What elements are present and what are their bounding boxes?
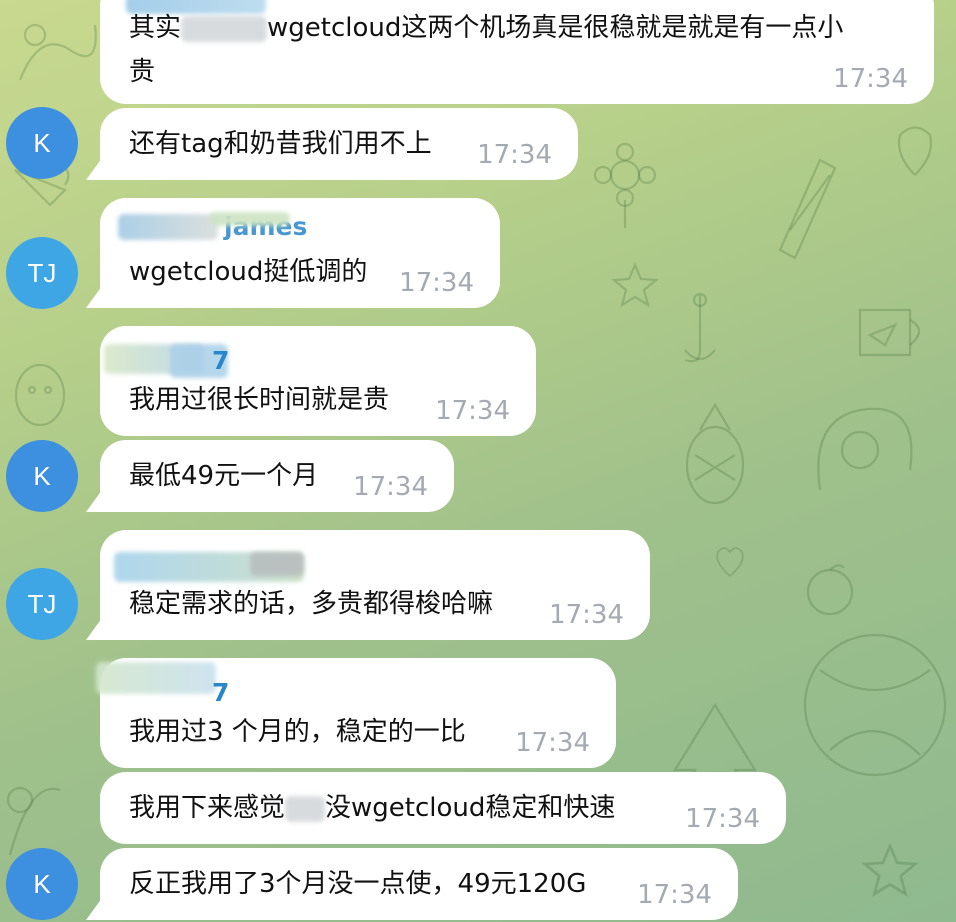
message-bubble[interactable]: 还有tag和奶昔我们用不上 17:34 bbox=[100, 108, 578, 180]
message-text: 反正我用了3个月没一点使，49元120G bbox=[129, 869, 587, 899]
message-bubble[interactable]: james wgetcloud挺低调的 17:34 bbox=[100, 198, 500, 308]
message-bubble[interactable]: 最低49元一个月 17:34 bbox=[100, 440, 454, 512]
message-time: 17:34 bbox=[549, 600, 624, 630]
sender-name: 7 bbox=[212, 346, 230, 375]
message-bubble[interactable]: 我用下来感觉 没wgetcloud稳定和快速 17:34 bbox=[100, 772, 786, 844]
message-time: 17:34 bbox=[435, 396, 510, 426]
message-bubble[interactable]: 7 我用过3 个月的，稳定的一比 17:34 bbox=[96, 658, 616, 768]
message-text: 稳定需求的话，多贵都得梭哈嘛 bbox=[129, 589, 494, 619]
message-time: 17:34 bbox=[833, 64, 908, 94]
message-text: 我用下来感觉 没wgetcloud稳定和快速 bbox=[129, 793, 616, 823]
message-text: 我用过3 个月的，稳定的一比 bbox=[129, 717, 466, 747]
message-bubble[interactable]: 7 我用过很长时间就是贵 17:34 bbox=[100, 326, 536, 436]
message-bubble[interactable]: 反正我用了3个月没一点使，49元120G 17:34 bbox=[100, 848, 738, 920]
redacted-sender-name bbox=[250, 552, 304, 576]
avatar[interactable]: TJ bbox=[6, 568, 78, 640]
avatar[interactable]: K bbox=[6, 440, 78, 512]
avatar[interactable]: K bbox=[6, 107, 78, 179]
message-text: 其实 wgetcloud这两个机场真是很稳就是就是有一点小贵 bbox=[129, 13, 844, 87]
redacted-text bbox=[181, 15, 268, 42]
message-time: 17:34 bbox=[637, 880, 712, 910]
message-text: wgetcloud挺低调的 bbox=[129, 257, 368, 287]
message-text: 我用过很长时间就是贵 bbox=[129, 385, 390, 415]
message-time: 17:34 bbox=[399, 268, 474, 298]
message-time: 17:34 bbox=[515, 728, 590, 758]
sender-name: 7 bbox=[212, 678, 230, 707]
message-bubble[interactable]: 稳定需求的话，多贵都得梭哈嘛 17:34 bbox=[100, 530, 650, 640]
message-bubble[interactable]: 其实 wgetcloud这两个机场真是很稳就是就是有一点小贵 17:34 bbox=[100, 0, 934, 104]
redacted-sender-name bbox=[118, 214, 218, 240]
redacted-sender-name bbox=[96, 662, 216, 694]
avatar[interactable]: K bbox=[6, 848, 78, 920]
message-text: 最低49元一个月 bbox=[129, 461, 319, 491]
message-time: 17:34 bbox=[477, 140, 552, 170]
message-time: 17:34 bbox=[685, 804, 760, 834]
redacted-sender-name bbox=[210, 212, 290, 226]
redacted-text bbox=[285, 795, 326, 822]
message-text: 还有tag和奶昔我们用不上 bbox=[129, 129, 432, 159]
message-time: 17:34 bbox=[353, 472, 428, 502]
avatar[interactable]: TJ bbox=[6, 237, 78, 309]
